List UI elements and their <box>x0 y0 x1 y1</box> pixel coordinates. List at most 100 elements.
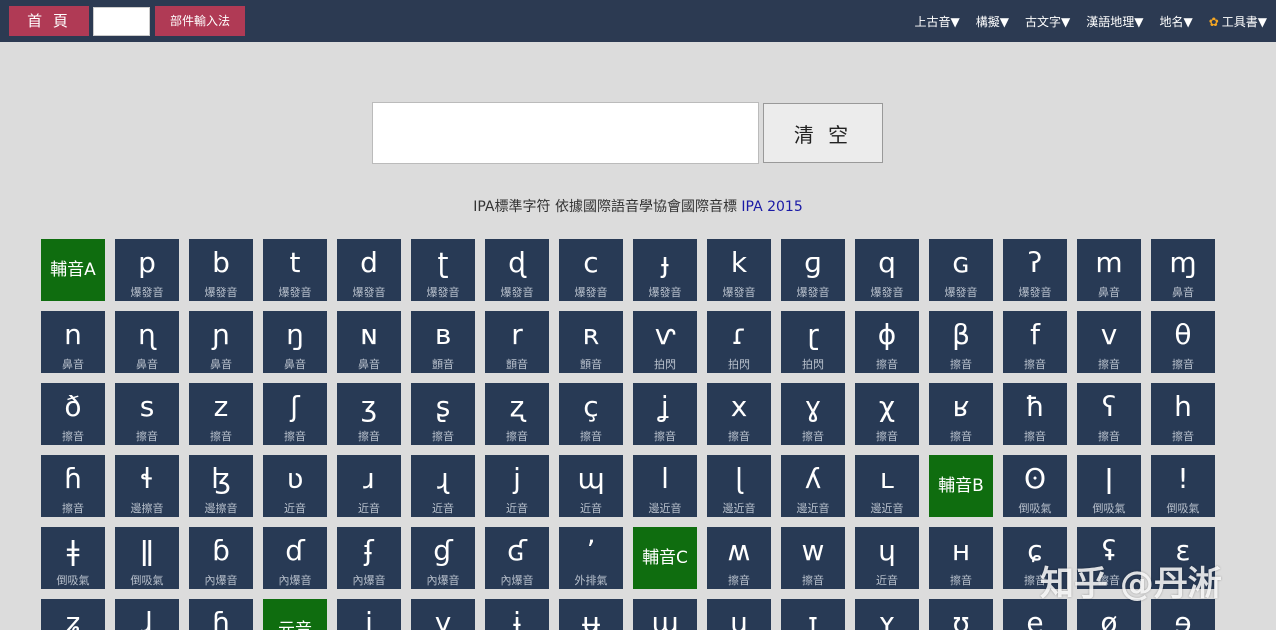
ipa-symbol-tile[interactable]: ⱱ 拍閃 <box>633 311 697 373</box>
ipa-symbol-tile[interactable]: u <box>707 599 771 630</box>
ipa-symbol-tile[interactable]: ɠ 內爆音 <box>411 527 475 589</box>
manner-label: 邊擦音 <box>204 502 238 515</box>
ipa-symbol-tile[interactable]: t 爆發音 <box>263 239 327 301</box>
ipa-symbol-tile[interactable]: ʏ <box>855 599 919 630</box>
ipa-symbol-tile[interactable]: ɖ 爆發音 <box>485 239 549 301</box>
ipa-symbol-tile[interactable]: ʑ <box>41 599 105 630</box>
menu-reference-books[interactable]: ✿ 工具書▼ <box>1209 13 1267 30</box>
menu-ancient-script[interactable]: 古文字▼ <box>1025 13 1070 30</box>
ipa-symbol-tile[interactable]: ʒ 擦音 <box>337 383 401 445</box>
ipa-symbol-tile[interactable]: ʄ 內爆音 <box>337 527 401 589</box>
ipa-symbol-tile[interactable]: ʎ 邊近音 <box>781 455 845 517</box>
ipa-symbol-tile[interactable]: θ 擦音 <box>1151 311 1215 373</box>
ipa-symbol-tile[interactable]: v 擦音 <box>1077 311 1141 373</box>
ipa-symbol-tile[interactable]: ǀ 倒吸氣 <box>1077 455 1141 517</box>
ipa-symbol-tile[interactable]: i <box>337 599 401 630</box>
ipa-symbol-tile[interactable]: ɢ 爆發音 <box>929 239 993 301</box>
ipa-symbol-tile[interactable]: ǁ 倒吸氣 <box>115 527 179 589</box>
ipa-symbol-tile[interactable]: ɹ 近音 <box>337 455 401 517</box>
ipa-2015-link[interactable]: IPA 2015 <box>741 199 802 215</box>
ipa-symbol-tile[interactable]: ɰ 近音 <box>559 455 623 517</box>
ipa-symbol-tile[interactable]: ɮ 邊擦音 <box>189 455 253 517</box>
ipa-symbol-tile[interactable]: h 擦音 <box>1151 383 1215 445</box>
ipa-symbol-tile[interactable]: ʟ 邊近音 <box>855 455 919 517</box>
ipa-symbol-tile[interactable]: q 爆發音 <box>855 239 919 301</box>
ipa-symbol-tile[interactable]: ŋ 鼻音 <box>263 311 327 373</box>
ipa-symbol-tile[interactable]: m 鼻音 <box>1077 239 1141 301</box>
ipa-symbol-tile[interactable]: ʛ 內爆音 <box>485 527 549 589</box>
ipa-symbol-tile[interactable]: x 擦音 <box>707 383 771 445</box>
ipa-symbol-tile[interactable]: j 近音 <box>485 455 549 517</box>
ipa-symbol-tile[interactable]: ʼ 外排氣 <box>559 527 623 589</box>
ipa-symbol-tile[interactable]: s 擦音 <box>115 383 179 445</box>
ipa-symbol-tile[interactable]: ɴ 鼻音 <box>337 311 401 373</box>
ipa-symbol-tile[interactable]: ʜ 擦音 <box>929 527 993 589</box>
menu-ancient-phonology[interactable]: 上古音▼ <box>915 13 960 30</box>
ipa-symbol-tile[interactable]: ʝ 擦音 <box>633 383 697 445</box>
ipa-symbol-tile[interactable]: ʈ 爆發音 <box>411 239 475 301</box>
ipa-symbol-tile[interactable]: ɾ 拍閃 <box>707 311 771 373</box>
ipa-symbol-tile[interactable]: ǂ 倒吸氣 <box>41 527 105 589</box>
ipa-symbol-tile[interactable]: ɣ 擦音 <box>781 383 845 445</box>
ipa-symbol-tile[interactable]: ʊ <box>929 599 993 630</box>
ipa-symbol-tile[interactable]: ʔ 爆發音 <box>1003 239 1067 301</box>
ipa-symbol-tile[interactable]: ɲ 鼻音 <box>189 311 253 373</box>
ipa-symbol-tile[interactable]: ɸ 擦音 <box>855 311 919 373</box>
ipa-symbol-tile[interactable]: ç 擦音 <box>559 383 623 445</box>
ipa-symbol-tile[interactable]: ǃ 倒吸氣 <box>1151 455 1215 517</box>
ipa-symbol-tile[interactable]: ɭ 邊近音 <box>707 455 771 517</box>
ipa-text-input[interactable] <box>372 102 759 164</box>
ipa-symbol-tile[interactable]: l 邊近音 <box>633 455 697 517</box>
ipa-symbol-tile[interactable]: f 擦音 <box>1003 311 1067 373</box>
menu-reconstruction[interactable]: 構擬▼ <box>976 13 1009 30</box>
ipa-symbol-tile[interactable]: ɦ 擦音 <box>41 455 105 517</box>
ipa-symbol-tile[interactable]: w 擦音 <box>781 527 845 589</box>
ipa-symbol-tile[interactable]: ɻ 近音 <box>411 455 475 517</box>
menu-chinese-geography[interactable]: 漢語地理▼ <box>1086 13 1143 30</box>
ipa-symbol-tile[interactable]: ɯ <box>633 599 697 630</box>
ipa-symbol-tile[interactable]: y <box>411 599 475 630</box>
ipa-symbol-tile[interactable]: ʀ 顫音 <box>559 311 623 373</box>
ipa-symbol-tile[interactable]: z 擦音 <box>189 383 253 445</box>
ipa-symbol-tile[interactable]: p 爆發音 <box>115 239 179 301</box>
ipa-symbol-tile[interactable]: ɪ <box>781 599 845 630</box>
ipa-symbol-tile[interactable]: n 鼻音 <box>41 311 105 373</box>
ipa-symbol-tile[interactable]: c 爆發音 <box>559 239 623 301</box>
ipa-symbol-tile[interactable]: ɺ <box>115 599 179 630</box>
ipa-symbol-tile[interactable]: ɱ 鼻音 <box>1151 239 1215 301</box>
ipa-symbol-tile[interactable]: ʍ 擦音 <box>707 527 771 589</box>
quick-input[interactable] <box>93 7 150 36</box>
ipa-symbol-tile[interactable]: ð 擦音 <box>41 383 105 445</box>
ipa-symbol-tile[interactable]: ɡ 爆發音 <box>781 239 845 301</box>
ipa-symbol-tile[interactable]: ɗ 內爆音 <box>263 527 327 589</box>
ipa-symbol-tile[interactable]: ʙ 顫音 <box>411 311 475 373</box>
ipa-symbol-tile[interactable]: ɨ <box>485 599 549 630</box>
ipa-symbol-tile[interactable]: ɽ 拍閃 <box>781 311 845 373</box>
ipa-symbol: ʘ <box>1023 462 1047 495</box>
ipa-symbol-tile[interactable]: ɟ 爆發音 <box>633 239 697 301</box>
radical-input-button[interactable]: 部件輸入法 <box>155 6 245 36</box>
ipa-symbol-tile[interactable]: ɓ 內爆音 <box>189 527 253 589</box>
ipa-symbol-tile[interactable]: ʁ 擦音 <box>929 383 993 445</box>
ipa-symbol-tile[interactable]: ʐ 擦音 <box>485 383 549 445</box>
ipa-symbol-tile[interactable]: r 顫音 <box>485 311 549 373</box>
ipa-symbol-tile[interactable]: ʕ 擦音 <box>1077 383 1141 445</box>
clear-button[interactable]: 清 空 <box>763 103 883 163</box>
menu-place-names[interactable]: 地名▼ <box>1159 13 1192 30</box>
ipa-symbol-tile[interactable]: ʉ <box>559 599 623 630</box>
ipa-symbol-tile[interactable]: k 爆發音 <box>707 239 771 301</box>
ipa-symbol-tile[interactable]: ʋ 近音 <box>263 455 327 517</box>
ipa-symbol-tile[interactable]: ɬ 邊擦音 <box>115 455 179 517</box>
ipa-symbol-tile[interactable]: ħ 擦音 <box>1003 383 1067 445</box>
ipa-symbol-tile[interactable]: b 爆發音 <box>189 239 253 301</box>
ipa-symbol-tile[interactable]: ɥ 近音 <box>855 527 919 589</box>
ipa-symbol-tile[interactable]: ʘ 倒吸氣 <box>1003 455 1067 517</box>
ipa-symbol-tile[interactable]: ʂ 擦音 <box>411 383 475 445</box>
home-button[interactable]: 首 頁 <box>9 6 89 36</box>
ipa-symbol-tile[interactable]: ʃ 擦音 <box>263 383 327 445</box>
ipa-symbol-tile[interactable]: ɳ 鼻音 <box>115 311 179 373</box>
ipa-symbol-tile[interactable]: d 爆發音 <box>337 239 401 301</box>
ipa-symbol-tile[interactable]: ɧ <box>189 599 253 630</box>
ipa-symbol-tile[interactable]: β 擦音 <box>929 311 993 373</box>
ipa-symbol-tile[interactable]: χ 擦音 <box>855 383 919 445</box>
